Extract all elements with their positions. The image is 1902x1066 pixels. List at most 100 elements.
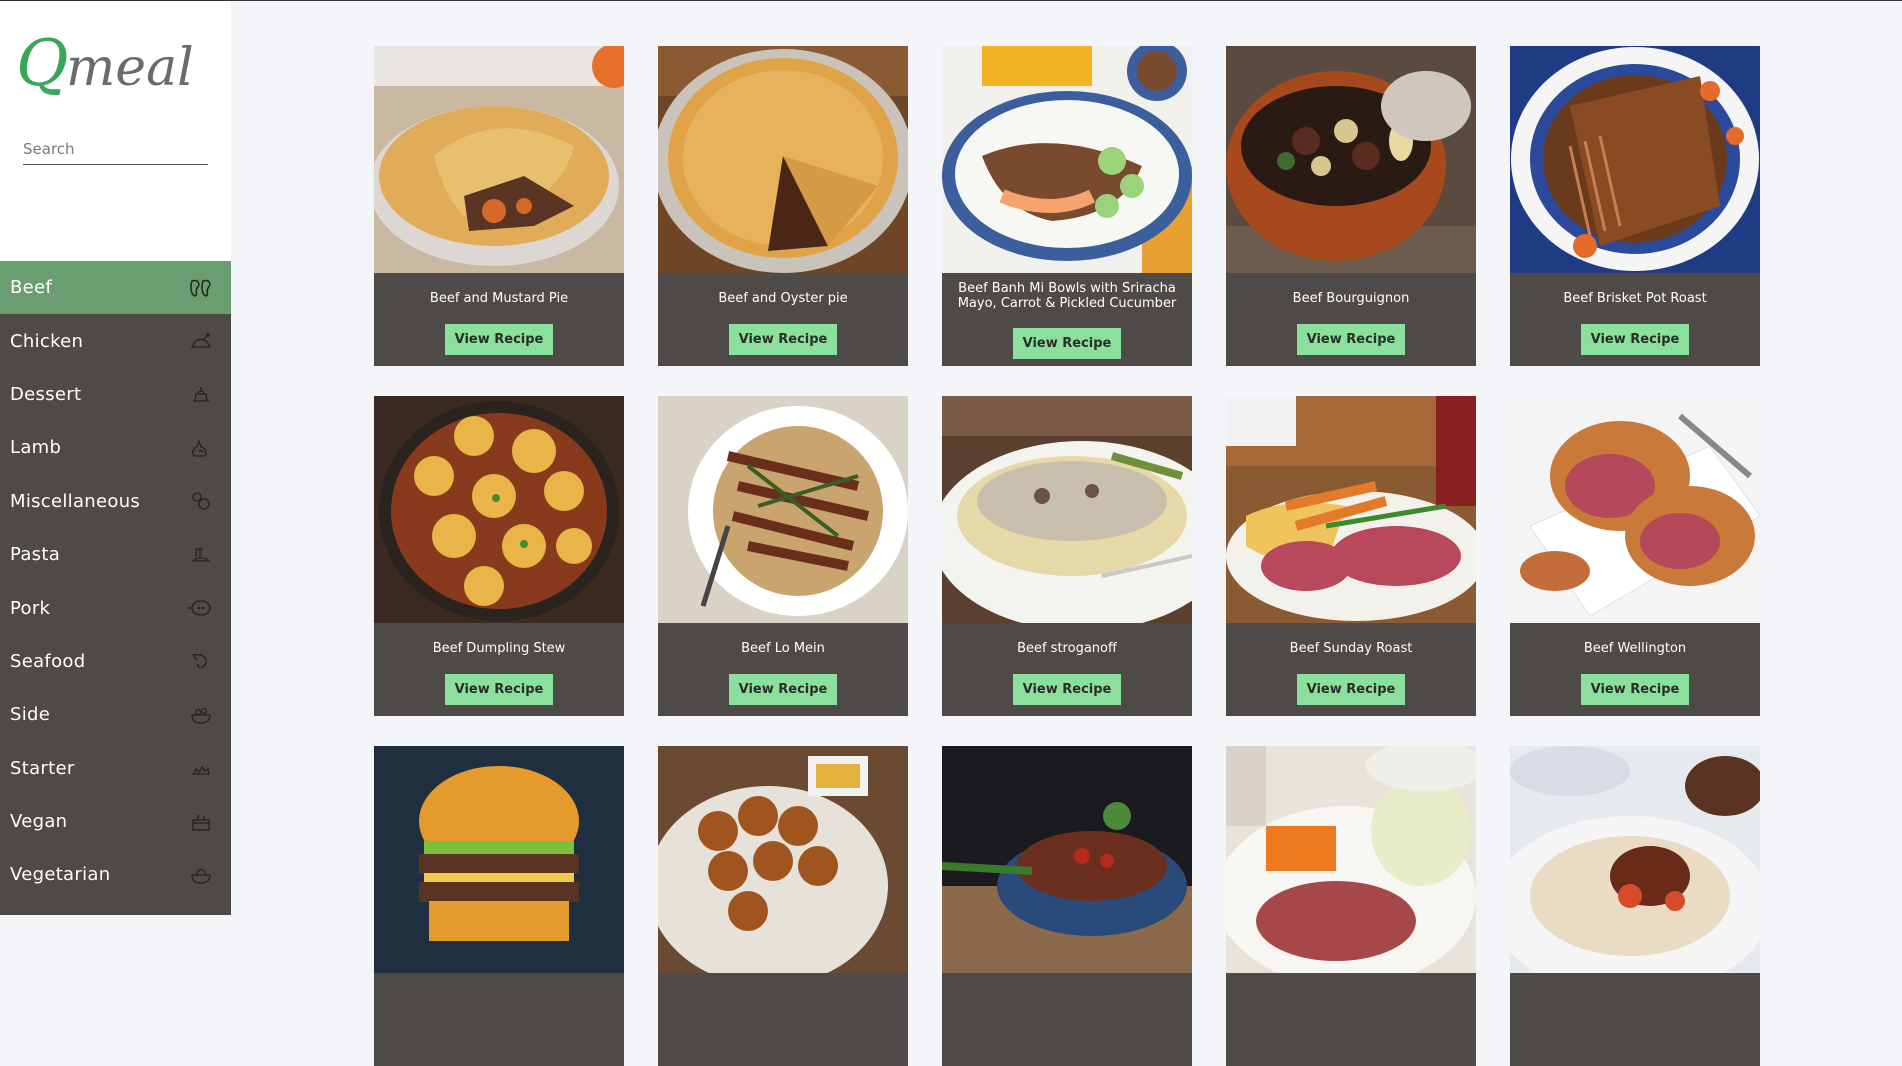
recipe-image[interactable] [1226,746,1476,973]
category-label: Lamb [10,437,62,459]
logo-rest: meal [66,38,194,98]
recipe-card: Beef stroganoff View Recipe [942,396,1192,716]
recipe-card: Beef Sunday Roast View Recipe [1226,396,1476,716]
recipe-image[interactable] [374,746,624,973]
side-icon [191,707,211,724]
recipe-image[interactable] [374,46,624,273]
miscellaneous-icon [192,492,210,510]
recipe-card: Beef Brisket Pot Roast View Recipe [1510,46,1760,366]
recipe-title: Beef and Oyster pie [718,290,848,306]
recipe-card [658,746,908,1066]
pasta-icon [192,547,210,562]
category-item-pasta[interactable]: Pasta [0,528,231,581]
category-label: Starter [10,757,75,779]
recipe-card [1226,746,1476,1066]
view-recipe-button[interactable]: View Recipe [445,324,553,355]
category-item-miscellaneous[interactable]: Miscellaneous [0,475,231,528]
view-recipe-button[interactable]: View Recipe [1013,674,1121,705]
recipe-image[interactable] [1226,46,1476,273]
recipe-card: Beef Bourguignon View Recipe [1226,46,1476,366]
recipe-card: Beef and Oyster pie View Recipe [658,46,908,366]
category-label: Dessert [10,383,82,405]
seafood-icon [192,654,207,669]
recipe-card [942,746,1192,1066]
starter-icon [192,766,210,775]
pork-icon [188,600,211,616]
sidebar: Q meal Beef Chicken Dessert Lam [0,1,231,915]
recipe-image[interactable] [1226,396,1476,623]
view-recipe-button[interactable]: View Recipe [1581,674,1689,705]
category-item-vegan[interactable]: Vegan [0,795,231,848]
recipe-grid: Beef and Mustard Pie View Recipe Beef an… [374,46,1760,1066]
logo-q: Q [16,27,68,101]
category-label: Side [10,704,51,726]
view-recipe-button[interactable]: View Recipe [1013,328,1121,359]
recipe-card: Beef Dumpling Stew View Recipe [374,396,624,716]
recipe-title [658,973,908,1023]
recipe-title [1510,973,1760,1023]
category-item-lamb[interactable]: Lamb [0,421,231,474]
lamb-icon [192,438,207,457]
recipe-image[interactable] [374,396,624,623]
recipe-title [374,973,624,1023]
recipe-title: Beef and Mustard Pie [429,290,569,306]
category-label: Chicken [10,330,84,352]
recipe-card: Beef Wellington View Recipe [1510,396,1760,716]
recipe-title: Beef Bourguignon [1292,290,1410,306]
view-recipe-button[interactable]: View Recipe [1581,324,1689,355]
recipe-image[interactable] [1510,396,1760,623]
recipe-title [1226,973,1476,1023]
chicken-icon [191,333,211,348]
recipe-title: Beef Lo Mein [741,640,825,656]
view-recipe-button[interactable]: View Recipe [729,674,837,705]
category-label: Seafood [10,650,86,672]
recipe-image[interactable] [658,396,908,623]
recipe-title: Beef Dumpling Stew [432,640,566,656]
main-content: Beef and Mustard Pie View Recipe Beef an… [231,1,1902,1066]
recipe-card: Beef Banh Mi Bowls with Sriracha Mayo, C… [942,46,1192,366]
recipe-card: Beef Lo Mein View Recipe [658,396,908,716]
category-item-pork[interactable]: Pork [0,581,231,634]
category-label: Vegan [10,811,68,833]
view-recipe-button[interactable]: View Recipe [729,324,837,355]
category-label: Vegetarian [10,864,111,886]
view-recipe-button[interactable]: View Recipe [445,674,553,705]
recipe-title: Beef Brisket Pot Roast [1563,290,1707,306]
category-item-beef[interactable]: Beef [0,261,231,315]
recipe-image[interactable] [1510,746,1760,973]
recipe-title: Beef Wellington [1583,640,1687,656]
search-field [23,138,208,165]
category-item-dessert[interactable]: Dessert [0,368,231,421]
qmeal-logo[interactable]: Q meal [16,23,226,103]
category-label: Pasta [10,544,61,566]
category-item-starter[interactable]: Starter [0,742,231,795]
search-input[interactable] [23,138,208,164]
view-recipe-button[interactable]: View Recipe [1297,324,1405,355]
recipe-title: Beef Sunday Roast [1289,640,1413,656]
category-label: Miscellaneous [10,490,141,512]
recipe-card [374,746,624,1066]
category-item-chicken[interactable]: Chicken [0,314,231,367]
recipe-title [942,973,1192,1023]
recipe-image[interactable] [942,746,1192,973]
recipe-image[interactable] [942,46,1192,273]
recipe-title: Beef Banh Mi Bowls with Sriracha Mayo, C… [957,281,1177,311]
view-recipe-button[interactable]: View Recipe [1297,674,1405,705]
recipe-image[interactable] [658,746,908,973]
category-item-side[interactable]: Side [0,688,231,741]
recipe-title: Beef stroganoff [1017,640,1117,656]
vegan-icon [192,814,210,831]
recipe-image[interactable] [942,396,1192,623]
vegetarian-icon [191,868,211,884]
recipe-card [1510,746,1760,1066]
category-label: Pork [10,597,51,619]
recipe-card: Beef and Mustard Pie View Recipe [374,46,624,366]
dessert-icon [193,387,209,403]
recipe-image[interactable] [658,46,908,273]
category-item-seafood[interactable]: Seafood [0,635,231,688]
category-label: Beef [10,277,53,299]
category-list: Beef Chicken Dessert Lamb Miscellaneous … [0,261,231,915]
beef-icon [190,279,211,297]
recipe-image[interactable] [1510,46,1760,273]
category-item-vegetarian[interactable]: Vegetarian [0,848,231,901]
